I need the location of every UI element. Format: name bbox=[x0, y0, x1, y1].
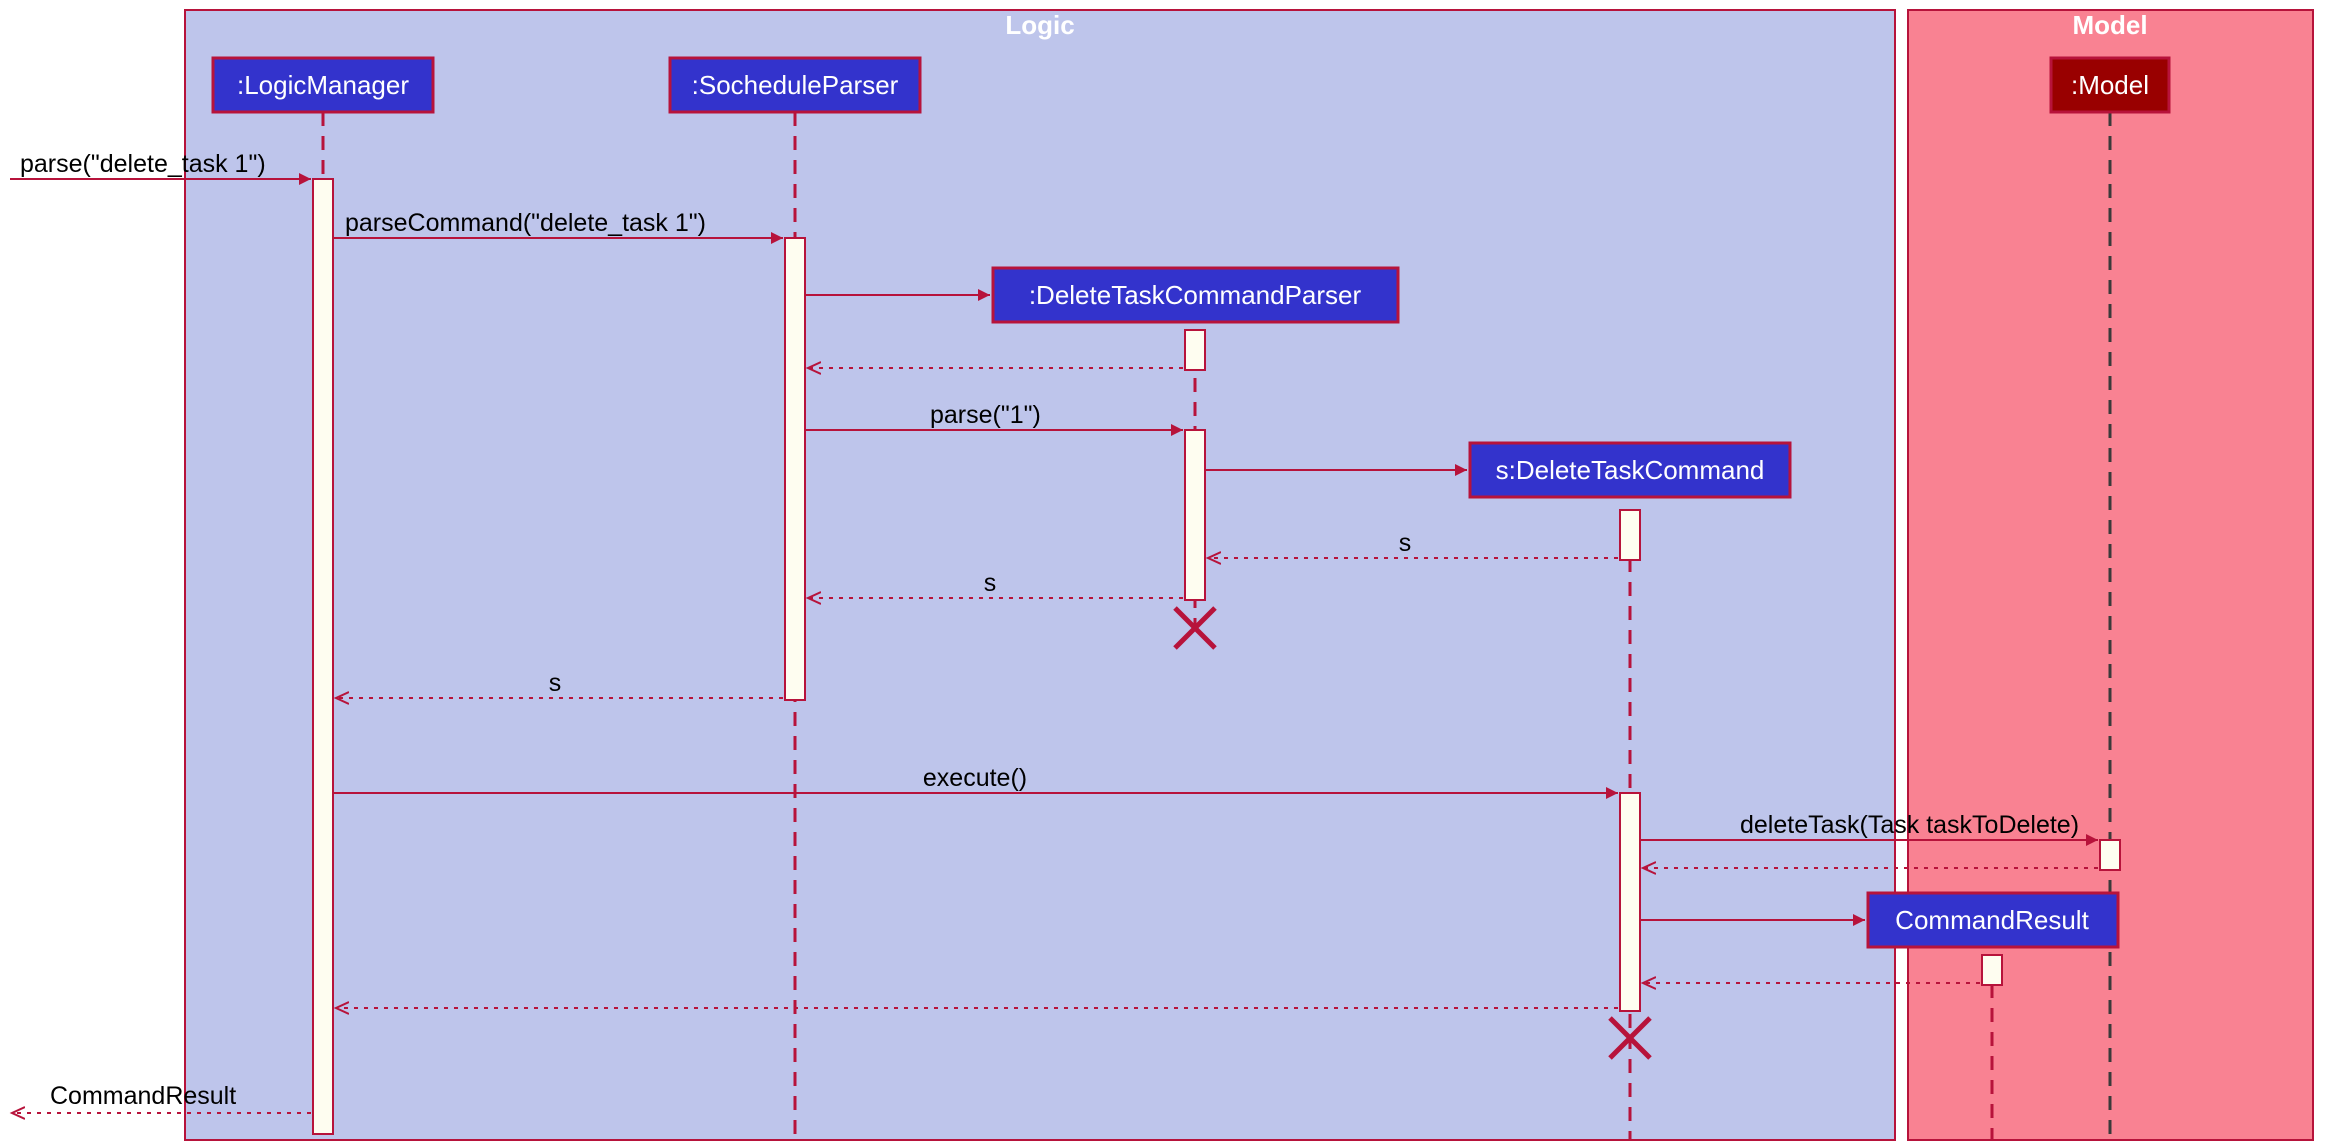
message-parse-entry-label: parse("delete_task 1") bbox=[20, 150, 266, 178]
message-execute-label: execute() bbox=[923, 764, 1027, 792]
activation-dtc-execute bbox=[1620, 793, 1640, 1011]
participant-deletetaskcommand-label: s:DeleteTaskCommand bbox=[1496, 455, 1765, 485]
participant-commandresult-label: CommandResult bbox=[1895, 905, 2089, 935]
message-parsecommand-label: parseCommand("delete_task 1") bbox=[345, 209, 706, 237]
activation-logicmanager bbox=[313, 179, 333, 1134]
participant-model-label: :Model bbox=[2071, 70, 2149, 100]
participant-commandresult: CommandResult bbox=[1868, 893, 2118, 947]
frame-model-title: Model bbox=[2072, 10, 2147, 40]
activation-dtcp-parse bbox=[1185, 430, 1205, 600]
return-s3-label: s bbox=[549, 669, 562, 697]
return-s1-label: s bbox=[1399, 529, 1412, 557]
activation-dtcp-create bbox=[1185, 330, 1205, 370]
participant-deletetaskcommand: s:DeleteTaskCommand bbox=[1470, 443, 1790, 497]
participant-model: :Model bbox=[2051, 58, 2169, 112]
participant-logicmanager-label: :LogicManager bbox=[237, 70, 409, 100]
message-parse1-label: parse("1") bbox=[930, 401, 1041, 429]
activation-scheduleparser bbox=[785, 238, 805, 700]
participant-logicmanager: :LogicManager bbox=[213, 58, 433, 112]
frame-logic-title: Logic bbox=[1005, 10, 1074, 40]
return-commandresult-exit-label: CommandResult bbox=[50, 1082, 236, 1110]
participant-scheduleparser: :SocheduleParser bbox=[670, 58, 920, 112]
participant-scheduleparser-label: :SocheduleParser bbox=[692, 70, 899, 100]
participant-deletetaskcommandparser-label: :DeleteTaskCommandParser bbox=[1029, 280, 1362, 310]
return-s2-label: s bbox=[984, 569, 997, 597]
activation-commandresult bbox=[1982, 955, 2002, 985]
participant-deletetaskcommandparser: :DeleteTaskCommandParser bbox=[993, 268, 1398, 322]
message-deletetask-label: deleteTask(Task taskToDelete) bbox=[1740, 811, 2079, 839]
activation-model bbox=[2100, 840, 2120, 870]
activation-dtc-create bbox=[1620, 510, 1640, 560]
